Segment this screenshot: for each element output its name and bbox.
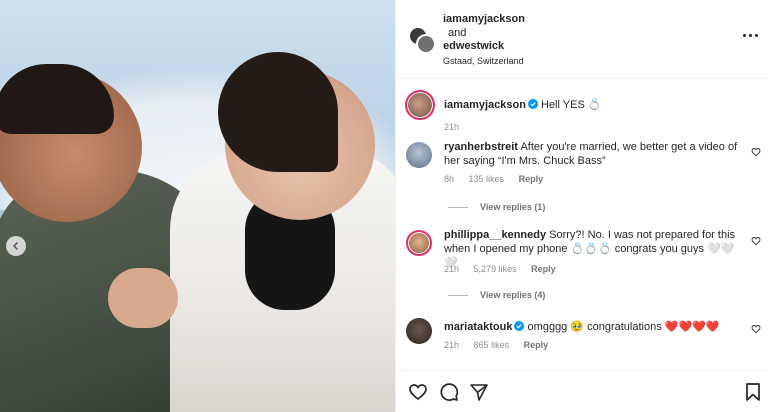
share-icon[interactable] (469, 382, 489, 402)
comment-text: mariataktouk omgggg 🥹 congratulations ❤️… (444, 320, 739, 334)
verified-icon (527, 99, 538, 109)
author-username-primary[interactable]: iamamyjackson (443, 13, 525, 25)
caption-username[interactable]: iamamyjackson (444, 99, 526, 111)
bookmark-icon[interactable] (743, 382, 763, 402)
divider (448, 294, 468, 296)
previous-photo-button[interactable] (6, 236, 26, 256)
avatar[interactable] (406, 230, 432, 256)
comment-username[interactable]: phillippa__kennedy (444, 229, 546, 241)
caption-text: iamamyjackson Hell YES 💍 (444, 98, 739, 112)
woman-hair (218, 52, 338, 172)
comment-username[interactable]: mariataktouk (444, 321, 512, 333)
more-options-icon[interactable] (743, 31, 759, 39)
divider (448, 206, 468, 208)
post-location[interactable]: Gstaad, Switzerland (443, 56, 524, 66)
comment-likes[interactable]: 5,279 likes (474, 264, 517, 274)
comment-time: 21h (444, 340, 460, 350)
reply-button[interactable]: Reply (524, 340, 549, 350)
post-photo[interactable] (0, 0, 395, 412)
author-avatars[interactable] (408, 26, 436, 54)
reply-button[interactable]: Reply (531, 264, 556, 274)
post-actions-bar (396, 370, 768, 412)
avatar[interactable] (406, 142, 432, 168)
post-header: iamamyjackson and edwestwick Gstaad, Swi… (396, 0, 768, 79)
avatar[interactable] (406, 318, 432, 344)
comment-icon[interactable] (439, 382, 459, 402)
reply-button[interactable]: Reply (519, 174, 544, 184)
comment-body: omgggg 🥹 congratulations ❤️❤️❤️❤️ (527, 321, 720, 333)
view-replies-button[interactable]: View replies (1) (448, 202, 545, 212)
comments-list: iamamyjackson Hell YES 💍 21h ryanherbstr… (396, 80, 768, 370)
avatar (416, 34, 436, 54)
caption-meta: 21h (444, 122, 471, 132)
avatar[interactable] (405, 90, 435, 120)
comment-likes[interactable]: 865 likes (474, 340, 510, 350)
post-sidebar: iamamyjackson and edwestwick Gstaad, Swi… (395, 0, 768, 412)
view-replies-button[interactable]: View replies (4) (448, 290, 545, 300)
comment-meta: 21h 865 likes Reply (444, 340, 560, 350)
chevron-left-icon (12, 241, 19, 251)
verified-icon (514, 321, 525, 331)
heart-icon[interactable] (408, 382, 428, 402)
comment-meta: 8h 135 likes Reply (444, 174, 555, 184)
author-conjunction: and (448, 27, 467, 39)
comment-time: 21h (444, 264, 460, 274)
comment-likes[interactable]: 135 likes (469, 174, 505, 184)
heart-icon[interactable] (751, 324, 761, 334)
comment-meta: 21h 5,279 likes Reply (444, 264, 568, 274)
view-replies-label: View replies (1) (480, 202, 546, 212)
heart-icon[interactable] (751, 147, 761, 157)
comment-time: 8h (444, 174, 455, 184)
view-replies-label: View replies (4) (480, 290, 546, 300)
comment-username[interactable]: ryanherbstreit (444, 141, 518, 153)
heart-icon[interactable] (751, 236, 761, 246)
caption-body: Hell YES 💍 (541, 99, 602, 111)
caption-time: 21h (444, 122, 460, 132)
ring-hand (108, 268, 178, 328)
author-username-secondary[interactable]: edwestwick (443, 40, 504, 52)
comment-text: ryanherbstreit After you're married, we … (444, 140, 739, 168)
